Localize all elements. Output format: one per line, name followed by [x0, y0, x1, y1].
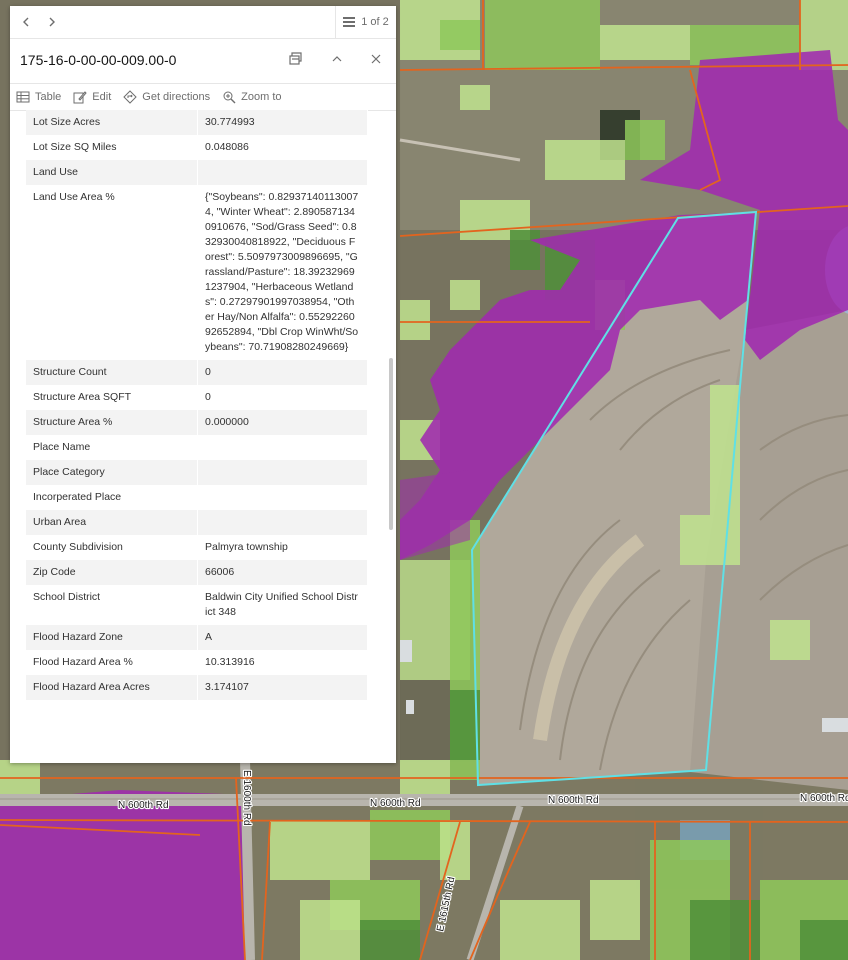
attribute-key: Zip Code: [26, 560, 198, 585]
attribute-value: [197, 435, 368, 460]
table-row: School District Baldwin City Unified Scho…: [26, 585, 368, 625]
attribute-key: Urban Area: [26, 510, 198, 535]
attribute-value: [197, 160, 368, 185]
edit-action[interactable]: Edit: [73, 90, 111, 104]
directions-icon: [123, 90, 137, 104]
table-row: Lot Size SQ Miles 0.048086: [26, 135, 368, 160]
attribute-key: Land Use: [26, 160, 198, 185]
table-action-label: Table: [35, 91, 62, 103]
table-row: Zip Code 66006: [26, 560, 368, 585]
attribute-value: 0.048086: [197, 135, 368, 160]
list-icon: [343, 17, 356, 27]
chevron-up-icon: [332, 56, 342, 62]
table-row: Place Name: [26, 435, 368, 460]
popup-title: 175-16-0-00-00-009.00-0: [20, 52, 177, 68]
chevron-right-icon: [49, 17, 55, 27]
attribute-key: Structure Area %: [26, 410, 198, 435]
dock-icon: [289, 52, 302, 65]
popup-header: 175-16-0-00-00-009.00-0: [10, 39, 396, 84]
attribute-value: {"Soybeans": 0.829371401130074, "Winter …: [197, 185, 368, 360]
table-row: Flood Hazard Area % 10.313916: [26, 650, 368, 675]
dock-button[interactable]: [285, 51, 305, 71]
attribute-value: A: [197, 625, 368, 650]
close-icon: [371, 54, 381, 64]
attribute-key: County Subdivision: [26, 535, 198, 560]
attribute-value: 66006: [197, 560, 368, 585]
attribute-key: Lot Size SQ Miles: [26, 135, 198, 160]
popup-pager: 1 of 2: [10, 6, 396, 39]
attribute-value: 0: [197, 385, 368, 410]
get-directions-action[interactable]: Get directions: [123, 90, 210, 104]
table-row: Incorperated Place: [26, 485, 368, 510]
road-label: N 600th Rd: [548, 795, 599, 806]
table-row: Urban Area: [26, 510, 368, 535]
attribute-value: 10.313916: [197, 650, 368, 675]
feature-popup[interactable]: 1 of 2 175-16-0-00-00-009.00-0 Table Edi…: [10, 6, 396, 763]
attribute-table: Lot Size Acres 30.774993 Lot Size SQ Mile…: [26, 110, 368, 700]
attribute-key: Incorperated Place: [26, 485, 198, 510]
table-row: Structure Count 0: [26, 360, 368, 385]
table-row: County Subdivision Palmyra township: [26, 535, 368, 560]
table-row: Land Use Area % {"Soybeans": 0.8293714011…: [26, 185, 368, 360]
edit-icon: [73, 91, 87, 104]
attribute-table-container[interactable]: Lot Size Acres 30.774993 Lot Size SQ Mile…: [26, 110, 368, 760]
attribute-key: Flood Hazard Area %: [26, 650, 198, 675]
attribute-value: Palmyra township: [197, 535, 368, 560]
zoom-to-icon: [223, 91, 236, 104]
get-directions-label: Get directions: [142, 91, 211, 103]
previous-feature-button[interactable]: [16, 12, 36, 32]
table-row: Lot Size Acres 30.774993: [26, 110, 368, 135]
zoom-to-action[interactable]: Zoom to: [222, 90, 282, 104]
table-row: Flood Hazard Zone A: [26, 625, 368, 650]
road-label: N 600th Rd: [370, 798, 421, 809]
attribute-value: 3.174107: [197, 675, 368, 700]
attribute-key: Structure Area SQFT: [26, 385, 198, 410]
attribute-value: Baldwin City Unified School District 348: [197, 585, 368, 625]
road-label: E 1600th Rd: [241, 770, 252, 826]
attribute-key: Place Category: [26, 460, 198, 485]
zoom-to-label: Zoom to: [241, 91, 282, 103]
attribute-value: [197, 460, 368, 485]
attribute-key: Flood Hazard Zone: [26, 625, 198, 650]
chevron-left-icon: [23, 17, 29, 27]
attribute-value: [197, 510, 368, 535]
table-row: Land Use: [26, 160, 368, 185]
attribute-value: [197, 485, 368, 510]
feature-list-button[interactable]: 1 of 2: [335, 6, 396, 38]
feature-count: 1 of 2: [361, 16, 389, 28]
table-action[interactable]: Table: [16, 91, 61, 103]
road-label: N 600th Rd: [800, 793, 848, 804]
attribute-key: School District: [26, 585, 198, 625]
table-row: Structure Area SQFT 0: [26, 385, 368, 410]
attribute-key: Structure Count: [26, 360, 198, 385]
attribute-key: Place Name: [26, 435, 198, 460]
close-button[interactable]: [366, 51, 386, 71]
attribute-key: Lot Size Acres: [26, 110, 198, 135]
table-row: Flood Hazard Area Acres 3.174107: [26, 675, 368, 700]
table-icon: [16, 91, 30, 103]
popup-actions: Table Edit Get directions Zoom to: [10, 84, 396, 111]
edit-action-label: Edit: [92, 91, 112, 103]
attribute-value: 30.774993: [197, 110, 368, 135]
collapse-button[interactable]: [327, 51, 347, 71]
table-row: Structure Area % 0.000000: [26, 410, 368, 435]
next-feature-button[interactable]: [42, 12, 62, 32]
attribute-value: 0: [197, 360, 368, 385]
road-label: N 600th Rd: [118, 800, 169, 811]
attribute-key: Flood Hazard Area Acres: [26, 675, 198, 700]
scrollbar-thumb[interactable]: [389, 358, 393, 530]
attribute-value: 0.000000: [197, 410, 368, 435]
table-row: Place Category: [26, 460, 368, 485]
attribute-key: Land Use Area %: [26, 185, 198, 360]
